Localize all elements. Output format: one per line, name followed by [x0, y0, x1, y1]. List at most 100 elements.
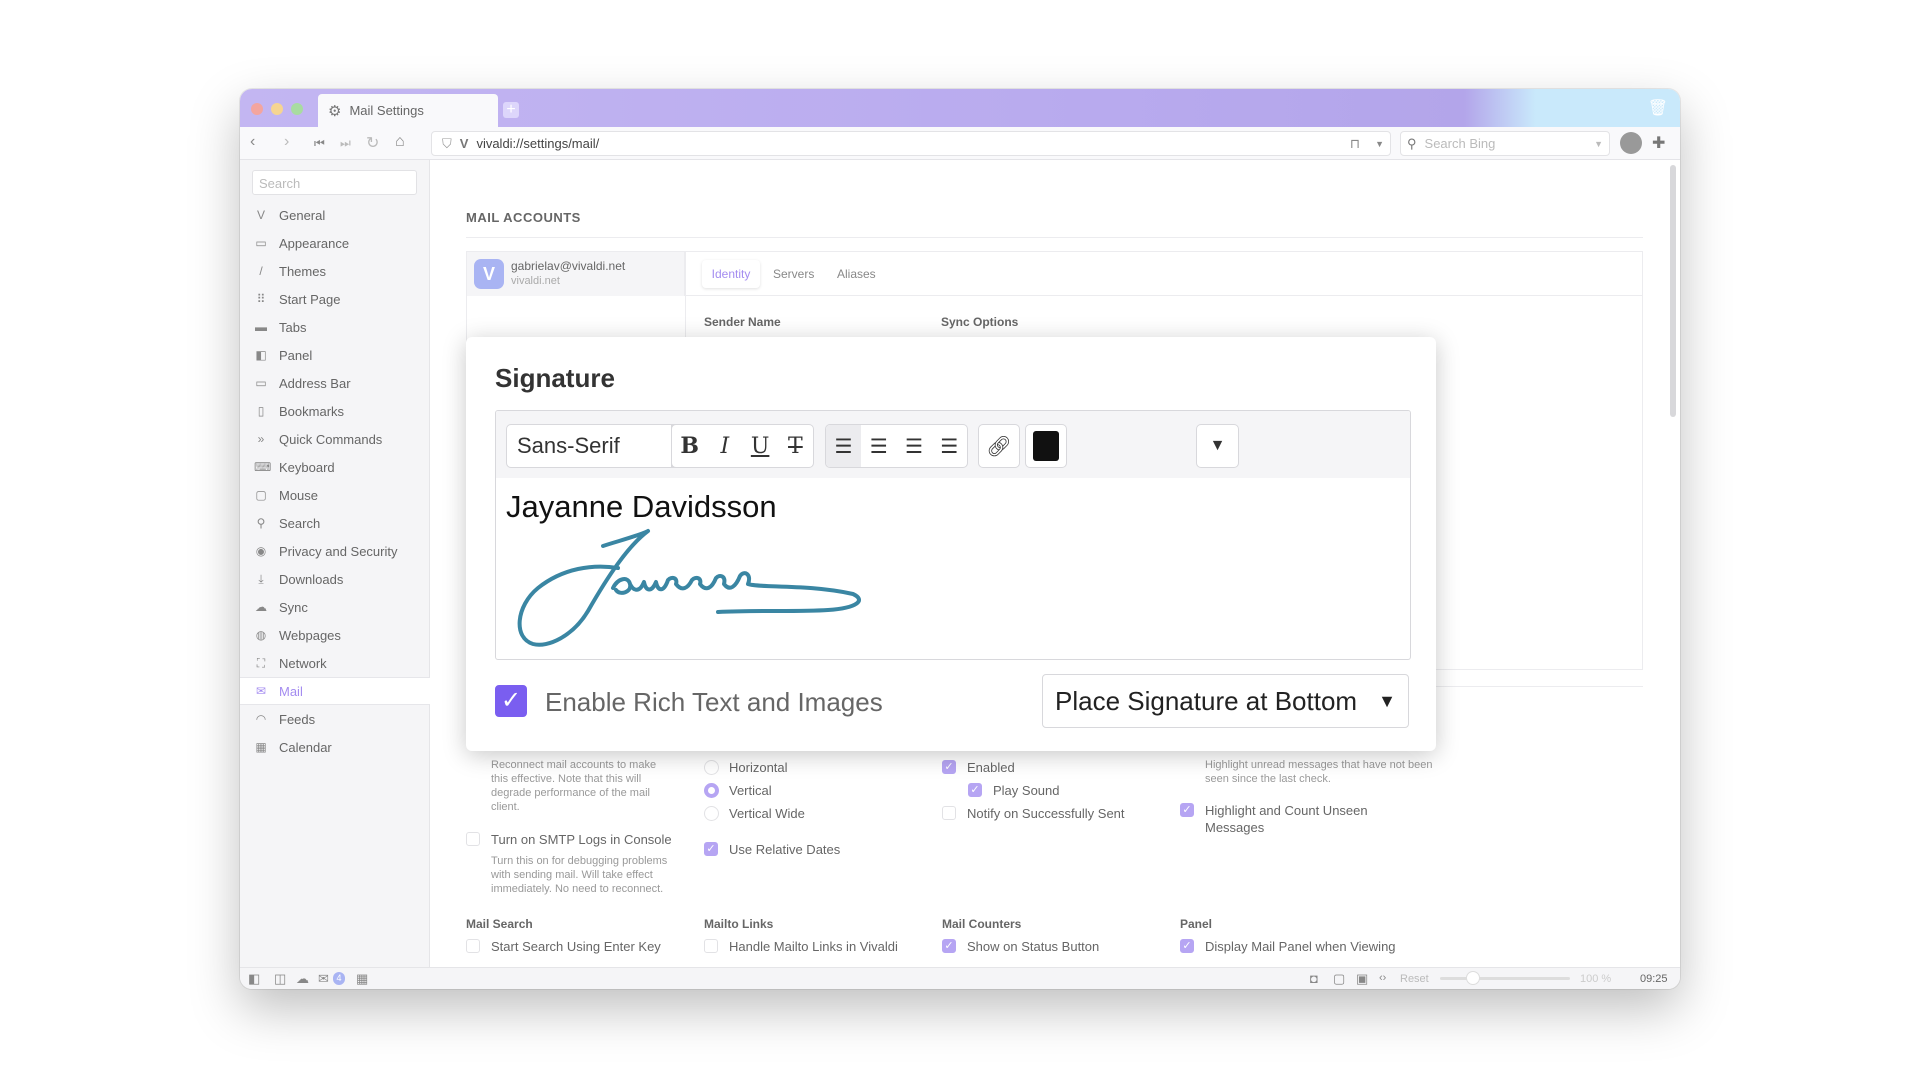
strikethrough-button[interactable]: T — [778, 425, 813, 467]
scrollbar[interactable] — [1670, 165, 1676, 417]
sidebar-item-label: Search — [279, 515, 321, 531]
mail-icon: ✉ — [255, 684, 267, 698]
chevron-down-icon: ▼ — [1378, 690, 1396, 711]
tab-mail-settings[interactable]: ⚙ Mail Settings — [318, 94, 498, 127]
tab-aliases[interactable]: Aliases — [837, 267, 876, 281]
sidebar-item-webpages[interactable]: ◍ Webpages — [240, 621, 430, 649]
rewind-icon[interactable]: ⏮ — [314, 136, 325, 151]
sidebar-item-start-page[interactable]: ⠿ Start Page — [240, 285, 430, 313]
sidebar-item-label: Network — [279, 655, 327, 671]
bookmark-icon[interactable]: ⊓ — [1350, 136, 1360, 152]
align-right-button[interactable]: ☰ — [897, 425, 932, 467]
camera-icon[interactable]: ◘ — [1310, 971, 1318, 986]
sidebar-item-bookmarks[interactable]: ▯ Bookmarks — [240, 397, 430, 425]
panel-toggle-icon[interactable]: ◧ — [248, 971, 260, 987]
zoom-reset-button[interactable]: Reset — [1400, 973, 1429, 985]
extensions-icon[interactable]: ✚ — [1652, 133, 1665, 153]
sidebar-item-label: Mail — [279, 683, 303, 699]
minimize-window-button[interactable] — [271, 103, 283, 115]
sidebar-item-keyboard[interactable]: ⌨ Keyboard — [240, 453, 430, 481]
fast-forward-icon[interactable]: ⏭ — [340, 136, 351, 151]
tab-servers[interactable]: Servers — [773, 267, 814, 281]
sidebar-item-label: Webpages — [279, 627, 341, 643]
zoom-window-button[interactable] — [291, 103, 303, 115]
sidebar-item-tabs[interactable]: ▬ Tabs — [240, 313, 430, 341]
highlight-unseen-checkbox[interactable]: ✓ — [1180, 803, 1194, 817]
relative-dates-checkbox[interactable]: ✓ — [704, 842, 718, 856]
close-window-button[interactable] — [251, 103, 263, 115]
align-center-button[interactable]: ☰ — [861, 425, 896, 467]
sidebar-item-appearance[interactable]: ▭ Appearance — [240, 229, 430, 257]
reload-icon[interactable]: ↻ — [366, 133, 379, 153]
sidebar-item-privacy-and-security[interactable]: ◉ Privacy and Security — [240, 537, 430, 565]
address-field[interactable]: ⛉ Vvivaldi://settings/mail/ ⊓ ▼ — [431, 131, 1391, 156]
panel-icon: ◧ — [255, 348, 267, 362]
play-sound-checkbox[interactable]: ✓ — [968, 783, 982, 797]
bookmarks-icon: ▯ — [257, 404, 265, 418]
signature-placement-select[interactable]: Place Signature at Bottom ▼ — [1042, 674, 1409, 728]
sync-icon[interactable]: ☁ — [296, 971, 309, 987]
sidebar-item-themes[interactable]: / Themes — [240, 257, 430, 285]
search-field[interactable]: ⚲ Search Bing ▼ — [1400, 131, 1610, 156]
back-icon[interactable]: ‹ — [250, 133, 255, 151]
downloads-icon: ⤓ — [258, 571, 264, 586]
font-select-value: Sans-Serif — [517, 433, 620, 458]
profile-avatar[interactable] — [1620, 132, 1642, 154]
status-bar: ◧ ◫ ☁ ✉ 4 ▦ ◘ ▢ ▣ ‹› Reset 100 % 09:25 — [240, 967, 1680, 989]
notifications-enabled-checkbox[interactable]: ✓ — [942, 760, 956, 774]
more-options-button[interactable]: ▼ — [1196, 424, 1239, 468]
zoom-slider[interactable] — [1440, 971, 1570, 985]
window-icon[interactable]: ▢ — [1333, 971, 1345, 987]
justify-button[interactable]: ☰ — [932, 425, 967, 467]
tab-identity[interactable]: Identity — [702, 260, 760, 288]
section-heading: Panel — [1180, 917, 1213, 931]
image-icon[interactable]: ▣ — [1356, 971, 1368, 987]
sidebar-item-sync[interactable]: ☁ Sync — [240, 593, 430, 621]
italic-button[interactable]: I — [707, 425, 742, 467]
font-select[interactable]: Sans-Serif▼ — [506, 424, 695, 468]
sidebar-item-address-bar[interactable]: ▭ Address Bar — [240, 369, 430, 397]
calendar-icon[interactable]: ▦ — [356, 971, 368, 987]
sidebar-item-downloads[interactable]: ⤓ Downloads — [240, 565, 430, 593]
sidebar-item-search[interactable]: ⚲ Search — [240, 509, 430, 537]
mail-icon[interactable]: ✉ — [318, 971, 329, 987]
sidebar-item-network[interactable]: ⛶ Network — [240, 649, 430, 677]
chevron-down-icon[interactable]: ▼ — [1375, 139, 1384, 149]
settings-search-input[interactable]: Search — [252, 170, 417, 195]
sidebar-item-mail[interactable]: ✉ Mail — [240, 677, 430, 705]
radio-horizontal[interactable] — [704, 760, 719, 775]
checkbox[interactable]: ✓ — [1180, 939, 1194, 953]
account-item[interactable]: V gabrielav@vivaldi.net vivaldi.net — [467, 252, 685, 296]
sidebar-item-quick-commands[interactable]: » Quick Commands — [240, 425, 430, 453]
checkbox[interactable] — [466, 939, 480, 953]
tile-icon[interactable]: ◫ — [274, 971, 286, 987]
sidebar-item-label: Keyboard — [279, 459, 335, 475]
sidebar-item-feeds[interactable]: ◠ Feeds — [240, 705, 430, 733]
forward-icon[interactable]: › — [284, 133, 289, 151]
rich-text-checkbox[interactable]: ✓ — [495, 685, 527, 717]
trash-icon[interactable]: 🗑 — [1648, 98, 1668, 118]
shield-icon[interactable]: ⛉ — [442, 136, 452, 152]
underline-button[interactable]: U — [743, 425, 778, 467]
radio-vertical-wide[interactable] — [704, 806, 719, 821]
new-tab-button[interactable]: + — [503, 102, 519, 118]
text-color-button[interactable] — [1025, 424, 1067, 468]
sidebar-item-label: Themes — [279, 263, 326, 279]
checkbox[interactable] — [704, 939, 718, 953]
bold-button[interactable]: B — [672, 425, 707, 467]
sidebar-item-calendar[interactable]: ▦ Calendar — [240, 733, 430, 761]
zoom-slider-handle[interactable] — [1466, 971, 1480, 985]
sidebar-item-panel[interactable]: ◧ Panel — [240, 341, 430, 369]
link-button[interactable]: 🔗︎ — [978, 424, 1020, 468]
sidebar-item-mouse[interactable]: ▢ Mouse — [240, 481, 430, 509]
code-icon[interactable]: ‹› — [1379, 972, 1386, 984]
chevron-down-icon[interactable]: ▼ — [1594, 139, 1603, 149]
sidebar-item-general[interactable]: V General — [240, 201, 430, 229]
sidebar-item-label: Appearance — [279, 235, 350, 251]
checkbox[interactable]: ✓ — [942, 939, 956, 953]
align-left-button[interactable]: ☰ — [826, 425, 862, 467]
radio-vertical[interactable] — [704, 783, 719, 798]
notify-sent-checkbox[interactable] — [942, 806, 956, 820]
home-icon[interactable]: ⌂ — [395, 133, 405, 151]
smtp-logs-checkbox[interactable] — [466, 832, 480, 846]
